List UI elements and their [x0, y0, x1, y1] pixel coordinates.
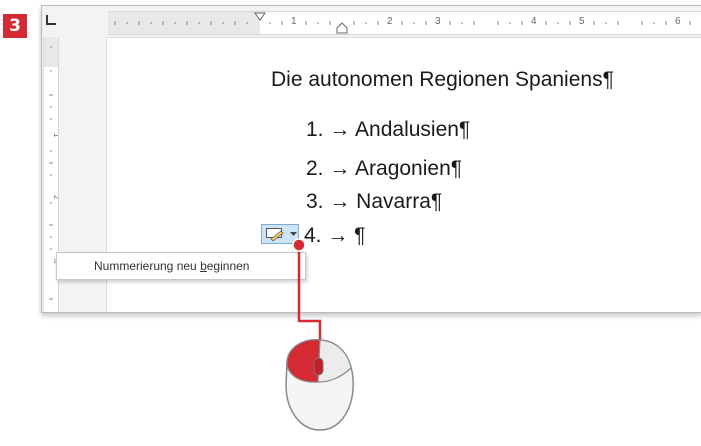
callout-line	[292, 238, 322, 350]
mouse-icon	[285, 339, 354, 431]
callout-overlay	[285, 238, 354, 431]
